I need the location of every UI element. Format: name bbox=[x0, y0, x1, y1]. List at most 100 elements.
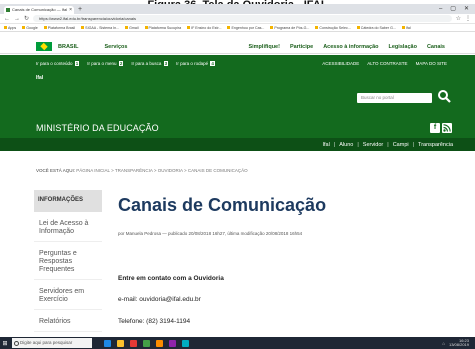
brasil-label[interactable]: BRASIL bbox=[58, 44, 78, 50]
skip-key-badge: 2 bbox=[118, 61, 124, 66]
taskbar-app-icon[interactable] bbox=[117, 339, 124, 347]
bookmark-item[interactable]: Apps bbox=[4, 26, 16, 30]
close-window-icon[interactable]: ✕ bbox=[464, 4, 469, 14]
maximize-icon[interactable]: ▢ bbox=[450, 4, 456, 14]
menu-icon[interactable]: ⋮ bbox=[465, 15, 471, 22]
gov-link[interactable]: Simplifique! bbox=[248, 44, 279, 50]
gov-link[interactable]: Canais bbox=[427, 44, 445, 50]
site-small-label: Ifal bbox=[36, 75, 44, 81]
clock-date: 13/08/2019 bbox=[448, 342, 469, 347]
taskbar-search-input[interactable]: Digite aqui para pesquisar bbox=[12, 338, 92, 348]
sidebar-item[interactable]: Perguntas e Respostas Frequentes bbox=[34, 242, 102, 280]
browser-tab[interactable]: Canais de Comunicação — Ifal × bbox=[4, 6, 74, 14]
page-title: Canais de Comunicação bbox=[118, 195, 327, 215]
taskbar-app-icon[interactable] bbox=[156, 339, 163, 347]
gov-link[interactable]: Legislação bbox=[389, 44, 417, 50]
breadcrumb-path[interactable]: PÁGINA INICIAL > TRANSPARÊNCIA > OUVIDOR… bbox=[76, 168, 247, 173]
skip-key-badge: 1 bbox=[74, 61, 80, 66]
gov-link[interactable]: Participe bbox=[290, 44, 313, 50]
star-icon[interactable]: ☆ bbox=[456, 15, 461, 22]
sub-nav-link[interactable]: Aluno bbox=[339, 142, 353, 148]
taskbar-app-icon[interactable] bbox=[169, 339, 176, 347]
sub-navigation: Ifal | Aluno | Servidor | Campi | Transparência bbox=[0, 138, 475, 151]
sidebar-item[interactable]: Relatórios bbox=[34, 310, 102, 332]
search-input[interactable]: Buscar no portal bbox=[357, 93, 432, 103]
taskbar-app-icon[interactable] bbox=[104, 339, 111, 347]
clock[interactable]: 16:23 13/08/2019 bbox=[448, 338, 469, 348]
accessibility-link[interactable]: MAPA DO SITE bbox=[416, 61, 447, 66]
skip-link[interactable]: Ir para a busca 3 bbox=[131, 61, 169, 66]
bookmark-item[interactable]: Google bbox=[22, 26, 38, 30]
bookmark-item[interactable]: Construção Selec... bbox=[315, 26, 351, 30]
sidebar-item[interactable]: Lei de Acesso à Informação bbox=[34, 212, 102, 242]
breadcrumb-prefix: VOCÊ ESTÁ AQUI: bbox=[36, 168, 76, 173]
sub-nav-link[interactable]: Ifal bbox=[322, 142, 329, 148]
bookmarks-bar: Apps Google Plataforma Brasil SIGAA - Siste… bbox=[0, 24, 475, 32]
sub-nav-link[interactable]: Campi bbox=[393, 142, 409, 148]
minimize-icon[interactable]: – bbox=[439, 4, 442, 14]
bookmark-icon bbox=[315, 26, 319, 30]
url-input[interactable]: https://www2.ifal.edu.br/transparencia/o… bbox=[33, 15, 452, 22]
bookmark-item[interactable]: Cátedra do Saber G... bbox=[356, 25, 396, 30]
sub-nav-link[interactable]: Servidor bbox=[363, 142, 383, 148]
contact-phone: Telefone: (82) 3194-1194 bbox=[118, 318, 191, 325]
bookmark-item[interactable]: Plataforma Sucupira bbox=[144, 25, 182, 30]
sidebar: INFORMAÇÕES Lei de Acesso à Informação Pe… bbox=[34, 190, 102, 349]
skip-link-label: Ir para o conteúdo bbox=[36, 61, 74, 66]
servicos-link[interactable]: Serviços bbox=[104, 44, 127, 50]
bookmark-label: Engenhou por Cas... bbox=[231, 25, 265, 30]
bookmark-item[interactable]: Programa de Pós-G... bbox=[270, 26, 309, 30]
bookmark-item[interactable]: IF Ensino do Estr... bbox=[187, 26, 221, 30]
breadcrumb: VOCÊ ESTÁ AQUI: PÁGINA INICIAL > TRANSPA… bbox=[36, 168, 248, 173]
bookmark-icon bbox=[356, 26, 360, 30]
browser-chrome: Canais de Comunicação — Ifal × + – ▢ ✕ ←… bbox=[0, 4, 475, 32]
back-icon[interactable]: ← bbox=[4, 16, 10, 22]
search-placeholder: Buscar no portal bbox=[361, 95, 394, 100]
bookmark-label: SIGAA - Sistema In... bbox=[85, 25, 120, 30]
accessibility-shortcuts: Ir para o conteúdo 1 Ir para o menu 2 Ir p… bbox=[36, 61, 215, 66]
brasil-flag-icon[interactable] bbox=[36, 42, 52, 51]
skip-link-label: Ir para a busca bbox=[131, 61, 163, 66]
bookmark-item[interactable]: Plataforma Brasil bbox=[43, 26, 75, 30]
skip-link[interactable]: Ir para o rodapé 4 bbox=[176, 61, 215, 66]
taskbar-app-icon[interactable] bbox=[143, 339, 150, 347]
windows-start-icon[interactable]: ⊞ bbox=[0, 337, 10, 349]
rss-icon[interactable] bbox=[442, 123, 452, 133]
gov-link[interactable]: Acesso à informação bbox=[323, 44, 378, 50]
bookmark-item[interactable]: Engenhou por Cas... bbox=[227, 26, 264, 30]
bookmark-item[interactable]: Ifal bbox=[401, 26, 411, 30]
skip-link[interactable]: Ir para o menu 2 bbox=[87, 61, 124, 66]
contact-email[interactable]: e-mail: ouvidoria@ifal.edu.br bbox=[118, 296, 201, 303]
bookmark-item[interactable]: SIGAA - Sistema In... bbox=[81, 26, 119, 30]
bookmark-icon bbox=[22, 26, 26, 30]
bookmark-label: Plataforma Sucupira bbox=[148, 25, 182, 30]
facebook-icon[interactable]: f bbox=[430, 123, 440, 133]
forward-icon[interactable]: → bbox=[14, 16, 20, 22]
bookmark-label: Google bbox=[26, 25, 38, 30]
bookmark-label: IF Ensino do Estr... bbox=[191, 25, 222, 30]
sub-nav-link[interactable]: Transparência bbox=[418, 142, 453, 148]
sub-links: Ifal | Aluno | Servidor | Campi | Transparência bbox=[322, 142, 453, 148]
separator: | bbox=[387, 141, 389, 148]
bookmark-label: Gmail bbox=[129, 25, 139, 30]
reload-icon[interactable]: ↻ bbox=[24, 15, 29, 22]
bookmark-icon bbox=[144, 26, 148, 30]
taskbar-app-icon[interactable] bbox=[182, 339, 189, 347]
new-tab-icon[interactable]: + bbox=[78, 6, 82, 14]
taskbar-apps bbox=[104, 339, 189, 347]
bookmark-item[interactable]: Gmail bbox=[125, 25, 139, 30]
skip-link[interactable]: Ir para o conteúdo 1 bbox=[36, 61, 80, 66]
separator: | bbox=[333, 141, 336, 148]
sidebar-item[interactable]: Servidores em Exercício bbox=[34, 280, 102, 310]
skip-link-label: Ir para o menu bbox=[87, 61, 118, 66]
close-tab-icon[interactable]: × bbox=[69, 6, 72, 14]
accessibility-link[interactable]: ALTO CONTRASTE bbox=[367, 61, 407, 66]
search-icon[interactable] bbox=[437, 89, 451, 103]
skip-link-label: Ir para o rodapé bbox=[176, 61, 210, 66]
network-icon[interactable]: ⌂ bbox=[442, 341, 445, 346]
bookmark-label: Apps bbox=[8, 25, 17, 30]
bookmark-icon bbox=[227, 26, 231, 30]
bookmark-label: Cátedra do Saber G... bbox=[360, 25, 396, 30]
taskbar-app-icon[interactable] bbox=[130, 339, 137, 347]
accessibility-link[interactable]: ACESSIBILIDADE bbox=[322, 61, 359, 66]
